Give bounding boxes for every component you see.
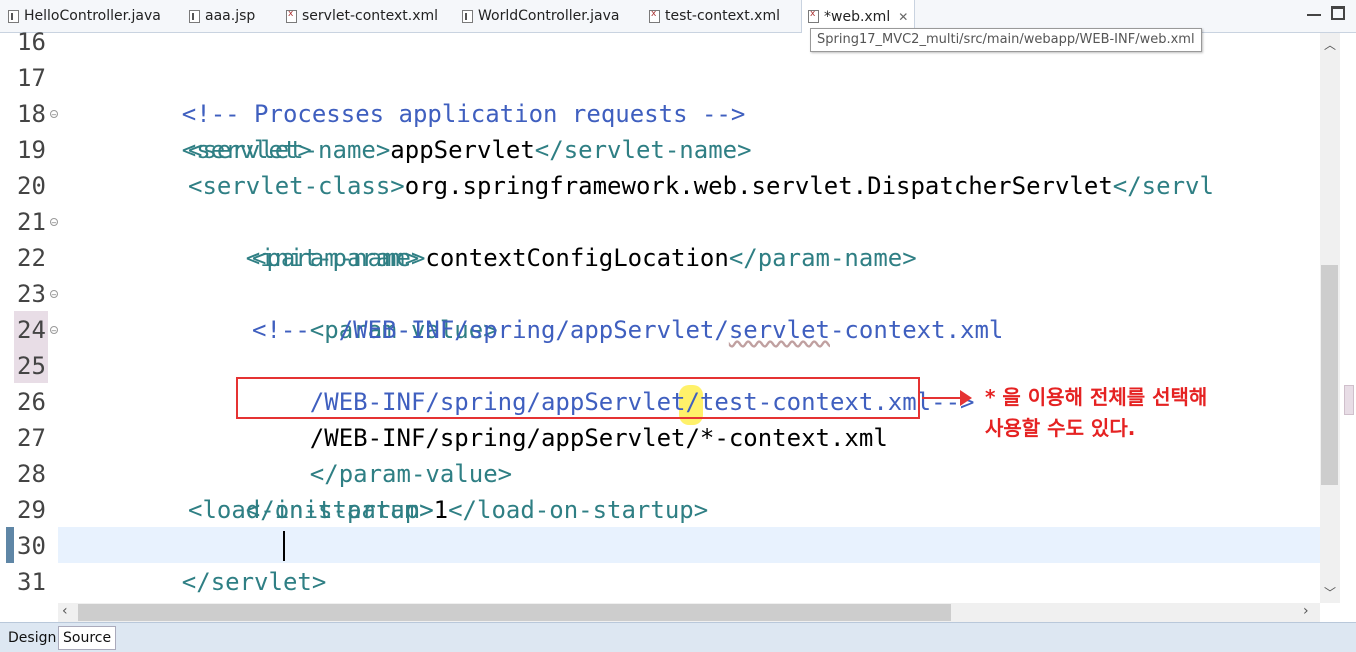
comment-text-spellcheck: servlet <box>728 316 830 344</box>
line-number: 31 <box>17 568 46 596</box>
code-line-28: </init-param> <box>188 456 434 524</box>
annotation-line-2: 사용할 수도 있다. <box>985 416 1136 440</box>
overview-ruler <box>1340 33 1356 603</box>
left-ruler <box>0 33 14 603</box>
code-line-17: <!-- Processes application requests --> <box>124 60 746 128</box>
tab-label: WorldController.java <box>478 8 620 24</box>
text-caret <box>283 531 285 561</box>
code-line-29: <load-on-startup>1</load-on-startup> <box>188 492 708 528</box>
line-number: 24 <box>17 316 46 344</box>
maximize-icon[interactable] <box>1331 6 1345 20</box>
file-path-tooltip: Spring17_MVC2_multi/src/main/webapp/WEB-… <box>810 28 1202 52</box>
tab-servlet-context-xml[interactable]: servlet-context.xml <box>286 0 438 32</box>
tab-label: test-context.xml <box>665 8 780 24</box>
xml-tag: <servlet-name> <box>188 136 391 164</box>
line-number: 18 <box>17 100 46 128</box>
editor-mode-tabs: Design Source <box>0 622 1356 652</box>
code-line-30: </servlet> <box>124 528 327 596</box>
xml-tag: <servlet-class> <box>188 172 405 200</box>
line-number: 26 <box>17 388 46 416</box>
line-number: 25 <box>17 352 46 380</box>
line-number: 27 <box>17 424 46 452</box>
comment-text: -context.xml <box>829 316 1004 344</box>
xml-tag: </servl <box>1112 172 1214 200</box>
vertical-scroll-thumb[interactable] <box>1321 265 1338 485</box>
line-number: 20 <box>17 172 46 200</box>
line-number-gutter: 16 17 18 − 19 20 21 − 22 23 − 24 − 25 26… <box>14 28 58 603</box>
tab-label: aaa.jsp <box>205 8 256 24</box>
tab-label: *web.xml <box>824 8 891 25</box>
annotation-highlight-box <box>236 377 920 419</box>
code-line-18: <servlet> <box>124 96 312 164</box>
annotation-line-1: * 을 이용해 전체를 선택해 <box>985 385 1208 409</box>
xml-tag: <load-on-startup> <box>188 496 434 524</box>
arrow-right-icon <box>960 390 972 406</box>
xml-text: appServlet <box>390 136 535 164</box>
chevron-left-icon[interactable]: ‹ <box>62 603 68 619</box>
line-number: 16 <box>17 28 46 56</box>
overview-marker[interactable] <box>1344 385 1354 415</box>
line-number: 19 <box>17 136 46 164</box>
line-number: 29 <box>17 496 46 524</box>
chevron-right-icon[interactable]: › <box>1303 603 1309 619</box>
tab-design[interactable]: Design <box>4 627 60 649</box>
minimize-icon[interactable] <box>1307 6 1321 16</box>
xml-file-icon <box>808 9 819 23</box>
fold-toggle-icon[interactable]: − <box>50 110 58 119</box>
code-line-27: </param-value> <box>252 420 512 488</box>
xml-tag: <param-name> <box>252 244 426 272</box>
fold-toggle-icon[interactable]: − <box>50 290 58 299</box>
line-number: 30 <box>17 532 46 560</box>
line-number: 21 <box>17 208 46 236</box>
annotation-note: * 을 이용해 전체를 선택해 사용할 수도 있다. <box>985 382 1207 444</box>
code-line-22: <param-name>contextConfigLocation</param… <box>252 240 917 276</box>
close-icon[interactable]: ✕ <box>898 10 908 24</box>
xml-text: org.springframework.web.servlet.Dispatch… <box>404 172 1113 200</box>
line-number: 22 <box>17 244 46 272</box>
fold-toggle-icon[interactable]: − <box>50 326 58 335</box>
code-editor[interactable]: <!-- Processes application requests --> … <box>58 33 1320 603</box>
annotation-arrow <box>922 397 962 399</box>
jsp-file-icon <box>189 9 200 23</box>
line-number: 23 <box>17 280 46 308</box>
current-line-marker <box>6 527 14 563</box>
xml-tag: </param-name> <box>728 244 917 272</box>
java-file-icon <box>462 9 473 23</box>
code-line-19: <servlet-name>appServlet</servlet-name> <box>188 132 752 168</box>
code-line-21: <init-param> <box>188 204 419 272</box>
line-number: 17 <box>17 64 46 92</box>
comment-text: <!-- /WEB-INF/spring/appServlet/ <box>252 316 729 344</box>
tab-worldcontroller-java[interactable]: WorldController.java <box>462 0 619 32</box>
chevron-down-icon[interactable]: ﹀ <box>1324 584 1336 601</box>
xml-tag: </servlet> <box>181 568 327 596</box>
line-number: 28 <box>17 460 46 488</box>
fold-toggle-icon[interactable]: − <box>50 218 58 227</box>
xml-text: 1 <box>433 496 449 524</box>
xml-file-icon <box>649 9 660 23</box>
code-line-20: <servlet-class>org.springframework.web.s… <box>188 168 1214 204</box>
xml-tag: </servlet-name> <box>534 136 752 164</box>
code-line-24: <!-- /WEB-INF/spring/appServlet/servlet-… <box>252 312 1003 348</box>
tab-test-context-xml[interactable]: test-context.xml <box>649 0 780 32</box>
xml-file-icon <box>286 9 297 23</box>
tab-aaa-jsp[interactable]: aaa.jsp <box>189 0 255 32</box>
tab-label: servlet-context.xml <box>302 8 439 24</box>
tab-label: HelloController.java <box>24 8 161 24</box>
code-line-23: <param-value> <box>252 276 498 344</box>
chevron-up-icon[interactable]: ︿ <box>1324 36 1336 53</box>
xml-tag: </load-on-startup> <box>448 496 709 524</box>
tab-source[interactable]: Source <box>58 626 117 650</box>
xml-text: contextConfigLocation <box>425 244 729 272</box>
java-file-icon <box>8 9 19 23</box>
horizontal-scroll-thumb[interactable] <box>78 604 951 621</box>
